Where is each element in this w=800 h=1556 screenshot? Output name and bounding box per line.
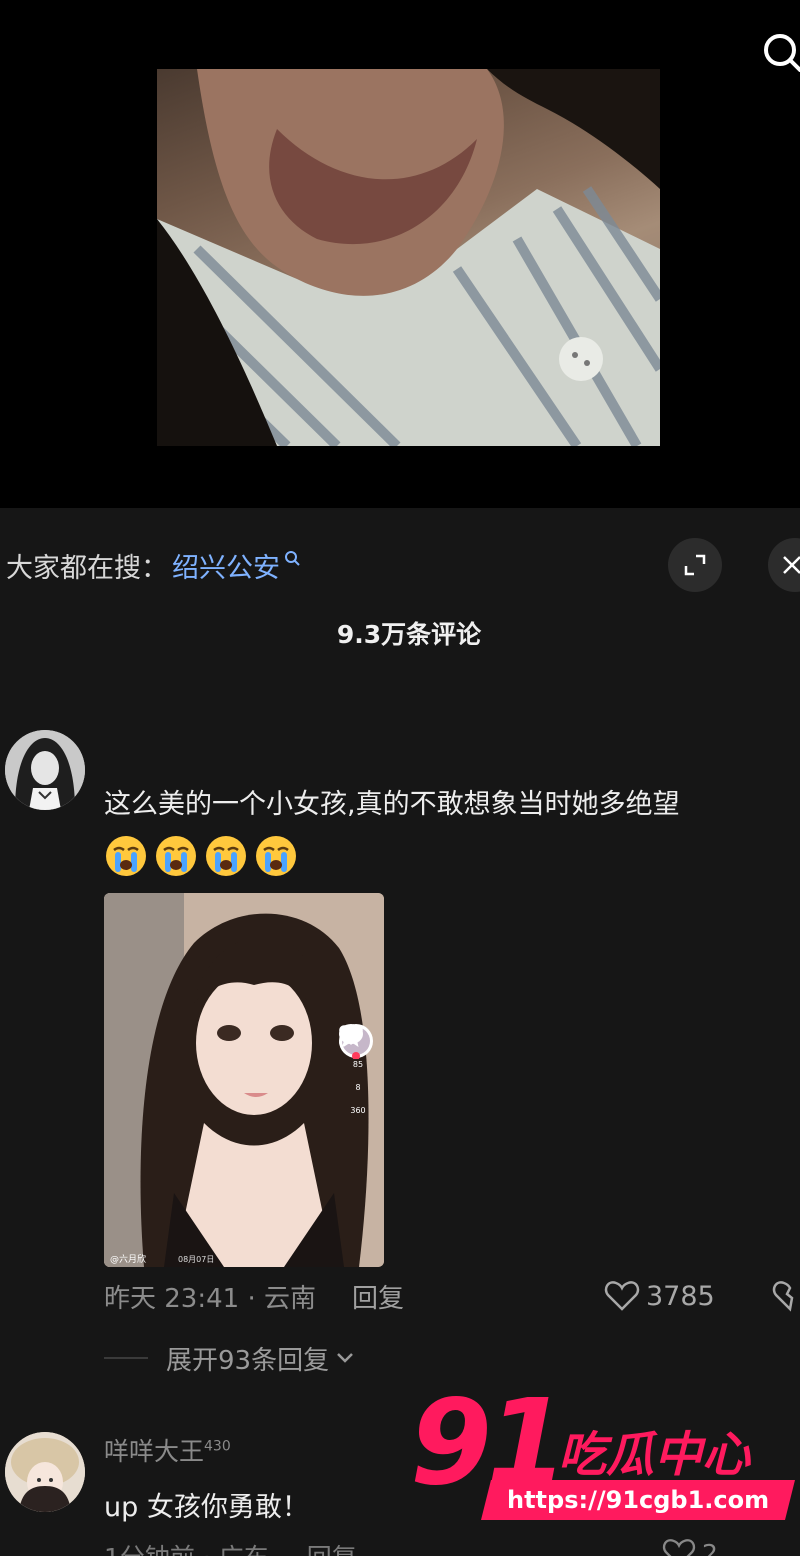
heart-outline-icon xyxy=(604,1281,640,1311)
comment-video-thumbnail[interactable]: 353 85 8 360 @六月欣 08月07日 xyxy=(104,893,384,1267)
trending-search-term[interactable]: 绍兴公安 xyxy=(172,546,280,585)
crying-face-emoji xyxy=(206,836,246,876)
comment-time-location: 昨天 23:41 · 云南 xyxy=(104,1283,316,1314)
crying-face-emoji xyxy=(156,836,196,876)
watermark-title: 吃瓜中心 xyxy=(558,1427,751,1483)
emoji-row xyxy=(104,834,298,878)
trending-search-bar[interactable]: 大家都在搜： 绍兴公安 xyxy=(0,540,300,590)
video-frame-image xyxy=(157,69,660,446)
comment-text: up 女孩你勇敢！ xyxy=(104,1492,309,1523)
thumbnail-author: @六月欣 xyxy=(110,1255,147,1265)
watermark-url-banner: https://91cgb1.com xyxy=(481,1480,795,1520)
expand-button[interactable] xyxy=(668,538,722,592)
username-text: 咩咩大王 xyxy=(104,1437,205,1466)
comment-text: 这么美的一个小女孩,真的不敢想象当时她多绝望 xyxy=(104,789,680,820)
like-button[interactable]: 2 xyxy=(662,1538,718,1556)
crying-face-emoji xyxy=(256,836,296,876)
divider-line xyxy=(104,1357,148,1359)
avatar[interactable] xyxy=(5,1432,85,1512)
broken-heart-icon xyxy=(772,1281,794,1312)
comment-count-title: 9.3万条评论 xyxy=(336,620,482,649)
reply-button[interactable]: 回复 xyxy=(352,1278,404,1315)
expand-replies-label: 展开93条回复 xyxy=(166,1345,330,1376)
comment-time-location: 1分钟前 · 广东 xyxy=(104,1543,269,1556)
crying-face-emoji xyxy=(106,836,146,876)
like-count: 2 xyxy=(702,1538,718,1556)
heart-outline-icon xyxy=(662,1539,696,1556)
reply-button[interactable]: 回复 xyxy=(307,1543,357,1556)
expand-icon xyxy=(684,554,706,576)
thumbnail-date: 08月07日 xyxy=(178,1255,215,1264)
thumbnail-comment-count: 85 xyxy=(352,1060,364,1069)
search-icon xyxy=(285,551,300,566)
expand-replies-button[interactable]: 展开93条回复 xyxy=(104,1340,355,1376)
comment-meta: 1分钟前 · 广东 回复 xyxy=(104,1538,357,1556)
video-player[interactable] xyxy=(0,0,800,508)
trending-search-prefix: 大家都在搜： xyxy=(6,552,168,584)
user-badge: 430 xyxy=(204,1438,231,1455)
dislike-button[interactable] xyxy=(772,1280,800,1316)
watermark-url: https://91cgb1.com xyxy=(506,1486,770,1514)
comment-meta: 昨天 23:41 · 云南 回复 xyxy=(104,1278,404,1314)
thumbnail-favorite-count: 8 xyxy=(355,1083,361,1092)
like-count: 3785 xyxy=(646,1280,715,1312)
like-button[interactable]: 3785 xyxy=(604,1278,715,1314)
share-icon xyxy=(339,1024,363,1044)
close-icon xyxy=(783,556,800,574)
avatar[interactable] xyxy=(5,730,85,810)
comment-username[interactable]: 咩咩大王430 xyxy=(104,1432,231,1468)
thumbnail-action-bar: 353 85 8 360 xyxy=(338,1023,378,1127)
watermark-logo: 91 吃瓜中心 https://91cgb1.com xyxy=(410,1373,800,1535)
chevron-down-icon xyxy=(337,1353,353,1363)
search-icon[interactable] xyxy=(756,28,800,72)
thumbnail-share-count: 360 xyxy=(350,1106,366,1115)
